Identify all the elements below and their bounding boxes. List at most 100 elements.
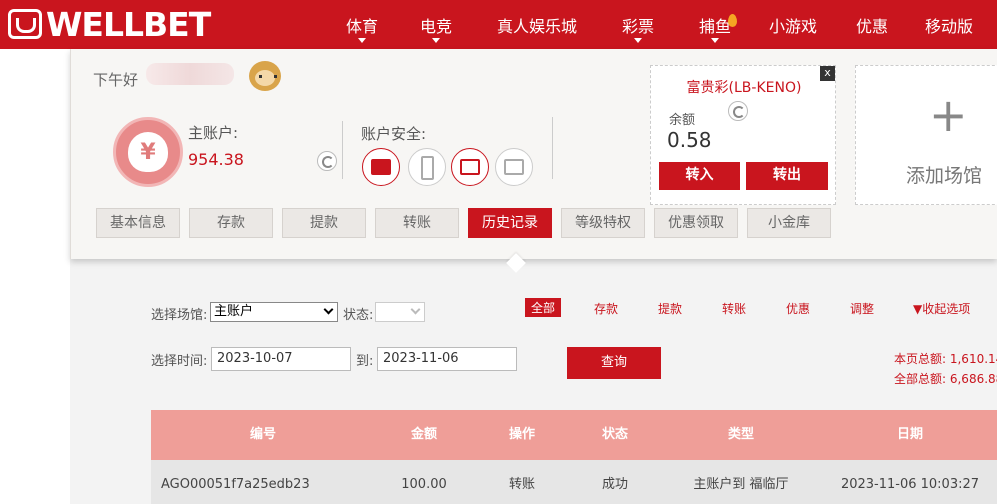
date-to-input[interactable]: 2023-11-06 <box>377 347 517 371</box>
nav-item-sports[interactable]: 体育 <box>330 0 394 49</box>
id-card-glyph <box>371 159 391 175</box>
nav-item-esports[interactable]: 电竞 <box>394 0 478 49</box>
cell-action: 转账 <box>508 477 535 492</box>
tab-history[interactable]: 历史记录 <box>468 208 552 238</box>
avatar[interactable] <box>249 61 281 91</box>
col-header-type: 类型 <box>727 427 754 442</box>
nav-label-wrap: 捕鱼 <box>698 13 737 37</box>
transfer-out-button[interactable]: 转出 <box>746 162 828 190</box>
nav-label: 捕鱼 <box>698 16 731 36</box>
col-header-action: 操作 <box>508 427 535 442</box>
filter-transfer[interactable]: 转账 <box>722 300 746 317</box>
time-label: 选择时间: <box>151 354 208 369</box>
main-account-label: 主账户: <box>188 124 239 142</box>
money-bag-icon: ¥ <box>113 117 183 187</box>
cell-status: 成功 <box>601 477 628 492</box>
filter-promotion[interactable]: 优惠 <box>786 300 810 317</box>
tab-deposit[interactable]: 存款 <box>189 208 273 238</box>
query-button[interactable]: 查询 <box>567 347 661 379</box>
nav-item-mini-games[interactable]: 小游戏 <box>750 0 836 49</box>
flame-icon <box>728 13 737 27</box>
security-label: 账户安全: <box>361 125 427 143</box>
logo-text: WELLBET <box>46 4 211 44</box>
filter-deposit[interactable]: 存款 <box>594 300 618 317</box>
nav-label: 小游戏 <box>768 16 817 36</box>
nav-label: 真人娱乐城 <box>496 16 577 36</box>
chevron-down-icon <box>410 304 421 315</box>
main-account-balance: 954.38 <box>188 150 244 169</box>
venue-title: 富贵彩(LB-KENO) <box>686 80 802 96</box>
chevron-down-icon <box>323 304 334 315</box>
nav-label: 体育 <box>345 16 378 36</box>
top-navbar: WELLBET 体育 电竞 真人娱乐城 彩票 捕鱼 小游戏 优惠 移动版 <box>0 0 997 49</box>
id-card-icon[interactable] <box>362 148 400 186</box>
tab-basic-info[interactable]: 基本信息 <box>96 208 180 238</box>
nav-label: 彩票 <box>621 16 654 36</box>
wellbet-logo[interactable]: WELLBET <box>8 4 211 44</box>
filter-adjust[interactable]: 调整 <box>850 300 874 317</box>
nav-item-promotions[interactable]: 优惠 <box>836 0 908 49</box>
envelope-glyph <box>460 159 480 175</box>
tab-transfer[interactable]: 转账 <box>375 208 459 238</box>
venue-select-value: 主账户 <box>214 304 254 319</box>
close-icon[interactable]: x <box>820 66 835 81</box>
yen-icon: ¥ <box>140 140 156 165</box>
nav-label: 电竞 <box>419 16 452 36</box>
table-row[interactable]: AGO00051f7a25edb23 100.00 转账 成功 主账户到 福临厅… <box>151 460 997 504</box>
tab-vault[interactable]: 小金库 <box>747 208 831 238</box>
refresh-icon[interactable] <box>728 101 748 121</box>
venue-select[interactable]: 主账户 <box>210 302 338 322</box>
venue-card: 富贵彩(LB-KENO) x 余额 0.58 转入 转出 <box>650 65 836 205</box>
cell-id: AGO00051f7a25edb23 <box>161 477 310 492</box>
tab-withdraw[interactable]: 提款 <box>282 208 366 238</box>
nav-label: 优惠 <box>855 16 888 36</box>
all-total: 全部总额: 6,686.88 <box>894 372 997 386</box>
chevron-down-icon <box>358 38 366 43</box>
col-header-date: 日期 <box>896 427 923 442</box>
nav-item-fishing[interactable]: 捕鱼 <box>680 0 750 49</box>
tab-vip-privileges[interactable]: 等级特权 <box>561 208 645 238</box>
venue-select-label: 选择场馆: <box>151 308 208 323</box>
add-venue-card[interactable]: + 添加场馆 <box>855 65 997 205</box>
plus-icon: + <box>929 88 968 142</box>
col-header-status: 状态 <box>601 427 628 442</box>
refresh-icon[interactable] <box>317 151 337 171</box>
transfer-in-button[interactable]: 转入 <box>659 162 740 190</box>
chevron-down-icon <box>432 38 440 43</box>
filter-withdraw[interactable]: 提款 <box>658 300 682 317</box>
blurred-username <box>146 63 234 85</box>
logo-mark-icon <box>8 9 42 39</box>
chevron-down-icon <box>711 38 719 43</box>
nav-item-mobile[interactable]: 移动版 <box>908 0 990 49</box>
sms-phone-icon[interactable] <box>408 148 446 186</box>
collapse-options-link[interactable]: ▼收起选项 <box>913 300 970 317</box>
phone-glyph <box>421 156 434 180</box>
nav-item-live-casino[interactable]: 真人娱乐城 <box>478 0 596 49</box>
table-header: 编号 金额 操作 状态 类型 日期 <box>151 410 997 460</box>
cell-type: 主账户到 福临厅 <box>693 477 789 492</box>
tab-claim-bonus[interactable]: 优惠领取 <box>654 208 738 238</box>
status-label: 状态: <box>343 308 374 323</box>
greeting: 下午好 <box>93 71 139 89</box>
filter-all[interactable]: 全部 <box>525 298 562 317</box>
cell-date: 2023-11-06 10:03:27 <box>840 477 980 492</box>
venue-balance: 0.58 <box>667 128 712 152</box>
page-total: 本页总额: 1,610.14 <box>894 352 997 366</box>
email-icon[interactable] <box>451 148 489 186</box>
nav-label: 移动版 <box>924 16 973 36</box>
venue-balance-label: 余额 <box>669 113 696 128</box>
divider <box>342 121 343 179</box>
chevron-down-icon <box>634 38 642 43</box>
divider <box>552 117 553 179</box>
col-header-amount: 金额 <box>410 427 437 442</box>
bank-card-icon[interactable] <box>495 148 533 186</box>
main-nav: 体育 电竞 真人娱乐城 彩票 捕鱼 小游戏 优惠 移动版 <box>330 0 990 49</box>
card-glyph <box>504 159 524 175</box>
date-from-input[interactable]: 2023-10-07 <box>211 347 351 371</box>
nav-item-lottery[interactable]: 彩票 <box>596 0 680 49</box>
col-header-id: 编号 <box>249 427 276 442</box>
cell-amount: 100.00 <box>401 477 447 492</box>
date-to-label: 到: <box>356 354 374 369</box>
left-margin <box>0 49 70 504</box>
status-select[interactable] <box>375 302 425 322</box>
